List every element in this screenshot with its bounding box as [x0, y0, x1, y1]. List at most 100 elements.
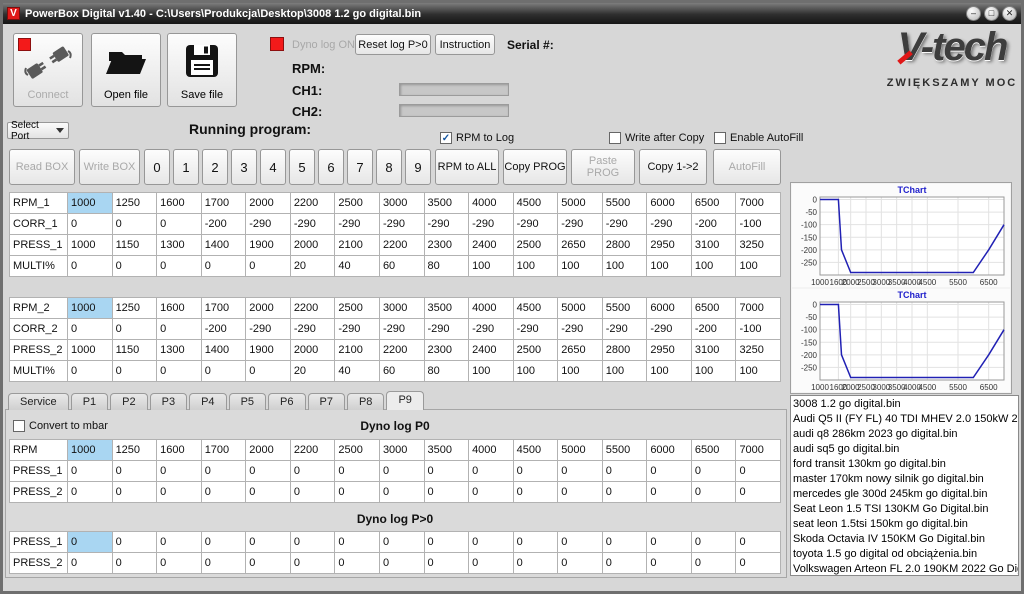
tab-service[interactable]: Service — [8, 393, 69, 410]
grid-cell[interactable]: -290 — [379, 214, 424, 235]
grid-cell[interactable]: 2200 — [379, 340, 424, 361]
checkbox-box[interactable] — [714, 132, 726, 144]
grid-cell[interactable]: -290 — [513, 214, 558, 235]
grid-cell[interactable]: -200 — [691, 214, 736, 235]
grid-cell[interactable]: -100 — [736, 214, 781, 235]
grid-cell[interactable]: 2650 — [558, 340, 603, 361]
grid-cell[interactable]: 60 — [379, 361, 424, 382]
grid-cell[interactable]: -290 — [513, 319, 558, 340]
grid-cell[interactable]: 0 — [201, 361, 246, 382]
rpm-to-log-checkbox[interactable]: ✓ RPM to Log — [440, 132, 514, 144]
grid-cell[interactable]: 4500 — [513, 298, 558, 319]
grid-cell[interactable]: 0 — [246, 256, 291, 277]
grid-cell[interactable]: 1900 — [246, 340, 291, 361]
grid-cell[interactable]: 0 — [157, 532, 202, 553]
grid-cell[interactable]: 4000 — [469, 193, 514, 214]
grid-cell[interactable]: 0 — [379, 461, 424, 482]
file-list-item[interactable]: toyota 1.5 go digital od obciążenia.bin — [793, 547, 1018, 562]
grid-cell[interactable]: 100 — [558, 256, 603, 277]
grid-cell[interactable]: 0 — [513, 532, 558, 553]
grid-cell[interactable]: 1150 — [112, 340, 157, 361]
grid-cell[interactable]: 0 — [736, 461, 781, 482]
grid-cell[interactable]: 0 — [691, 482, 736, 503]
grid-cell[interactable]: 40 — [335, 361, 380, 382]
grid-cell[interactable]: 0 — [112, 361, 157, 382]
grid-cell[interactable]: 2300 — [424, 235, 469, 256]
tab-p8[interactable]: P8 — [347, 393, 384, 410]
grid-cell[interactable]: 0 — [469, 461, 514, 482]
grid-cell[interactable]: 2800 — [602, 235, 647, 256]
maximize-button[interactable]: □ — [984, 6, 999, 21]
grid-cell[interactable]: 0 — [513, 553, 558, 574]
grid-cell[interactable]: 20 — [290, 256, 335, 277]
grid-cell[interactable]: 0 — [469, 482, 514, 503]
digit-button-9[interactable]: 9 — [405, 149, 431, 185]
grid-cell[interactable]: 0 — [112, 482, 157, 503]
grid-cell[interactable]: 0 — [290, 461, 335, 482]
grid-cell[interactable]: 1900 — [246, 235, 291, 256]
grid-cell[interactable]: 0 — [157, 461, 202, 482]
grid-cell[interactable]: 100 — [513, 361, 558, 382]
grid-cell[interactable]: 0 — [112, 553, 157, 574]
grid-cell[interactable]: 1600 — [157, 440, 202, 461]
grid-cell[interactable]: 100 — [691, 256, 736, 277]
grid-cell[interactable]: 5500 — [602, 440, 647, 461]
digit-button-5[interactable]: 5 — [289, 149, 315, 185]
tab-p5[interactable]: P5 — [229, 393, 266, 410]
grid-cell[interactable]: 60 — [379, 256, 424, 277]
grid-cell[interactable]: 0 — [602, 532, 647, 553]
grid-cell[interactable]: 1700 — [201, 193, 246, 214]
grid-cell[interactable]: -290 — [558, 214, 603, 235]
tab-p9[interactable]: P9 — [386, 391, 423, 410]
grid-cell[interactable]: -290 — [424, 214, 469, 235]
checkbox-box[interactable]: ✓ — [440, 132, 452, 144]
grid-cell[interactable]: 2500 — [513, 235, 558, 256]
grid-cell[interactable]: 0 — [736, 532, 781, 553]
grid-cell[interactable]: -290 — [335, 319, 380, 340]
grid-cell[interactable]: -290 — [469, 214, 514, 235]
grid-cell[interactable]: 40 — [335, 256, 380, 277]
grid-cell[interactable]: 0 — [112, 214, 157, 235]
rpm-to-all-button[interactable]: RPM to ALL — [435, 149, 499, 185]
grid-cell[interactable]: 5000 — [558, 193, 603, 214]
grid-cell[interactable]: 0 — [201, 482, 246, 503]
grid-cell[interactable]: 0 — [558, 553, 603, 574]
grid-cell[interactable]: 0 — [335, 553, 380, 574]
file-list-item[interactable]: Volkswagen Arteon FL 2.0 190KM 2022 Go D… — [793, 562, 1018, 576]
grid-cell[interactable]: 100 — [558, 361, 603, 382]
grid-cell[interactable]: 0 — [379, 532, 424, 553]
grid-cell[interactable]: 2200 — [290, 193, 335, 214]
file-list-item[interactable]: Audi Q5 II (FY FL) 40 TDI MHEV 2.0 150kW… — [793, 412, 1018, 427]
grid-cell[interactable]: -290 — [602, 319, 647, 340]
grid-cell[interactable]: 0 — [112, 461, 157, 482]
grid-cell[interactable]: 0 — [68, 256, 113, 277]
grid-cell[interactable]: 0 — [112, 256, 157, 277]
grid-cell[interactable]: -200 — [201, 214, 246, 235]
grid-cell[interactable]: 7000 — [736, 440, 781, 461]
grid-cell[interactable]: 1600 — [157, 298, 202, 319]
file-list-item[interactable]: master 170km nowy silnik go digital.bin — [793, 472, 1018, 487]
grid-cell[interactable]: 0 — [201, 256, 246, 277]
grid-cell[interactable]: 1700 — [201, 298, 246, 319]
checkbox-box[interactable] — [609, 132, 621, 144]
grid-cell[interactable]: 3100 — [691, 235, 736, 256]
grid-cell[interactable]: 0 — [68, 319, 113, 340]
grid-cell[interactable]: 0 — [335, 482, 380, 503]
autofill-button[interactable]: AutoFill — [713, 149, 781, 185]
grid-cell[interactable]: 3500 — [424, 193, 469, 214]
grid-cell[interactable]: 4500 — [513, 193, 558, 214]
grid-cell[interactable]: 2000 — [246, 193, 291, 214]
grid-cell[interactable]: -290 — [469, 319, 514, 340]
instruction-button[interactable]: Instruction — [435, 34, 495, 55]
grid-cell[interactable]: 1150 — [112, 235, 157, 256]
grid-cell[interactable]: 0 — [246, 482, 291, 503]
digit-button-2[interactable]: 2 — [202, 149, 228, 185]
grid-cell[interactable]: 2000 — [246, 440, 291, 461]
grid-cell[interactable]: 1000 — [68, 235, 113, 256]
grid-cell[interactable]: 0 — [602, 461, 647, 482]
tab-p7[interactable]: P7 — [308, 393, 345, 410]
grid-cell[interactable]: -290 — [647, 214, 692, 235]
digit-button-4[interactable]: 4 — [260, 149, 286, 185]
grid-cell[interactable]: -290 — [647, 319, 692, 340]
grid-cell[interactable]: 1250 — [112, 440, 157, 461]
